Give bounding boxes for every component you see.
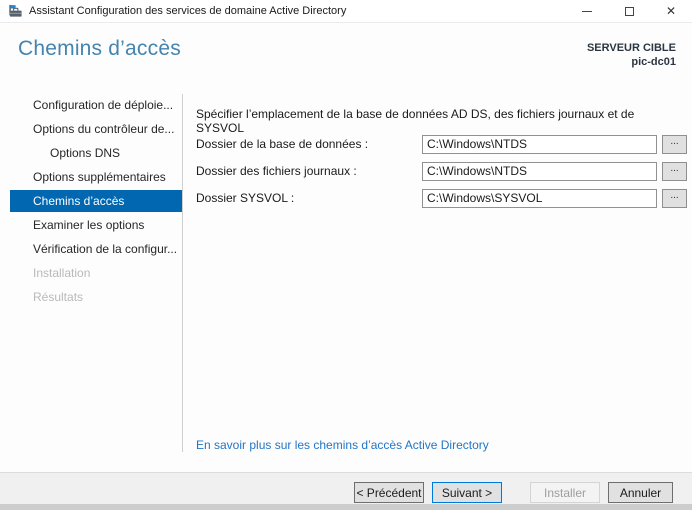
wizard-steps-nav: Configuration de déploie... Options du c… [0, 94, 182, 310]
previous-button[interactable]: < Précédent [354, 482, 424, 503]
sidebar-item-dns-options[interactable]: Options DNS [10, 142, 182, 164]
sidebar-item-prerequisites-check[interactable]: Vérification de la configur... [10, 238, 182, 260]
sidebar-item-additional-options[interactable]: Options supplémentaires [10, 166, 182, 188]
sidebar-item-domain-controller-options[interactable]: Options du contrôleur de... [10, 118, 182, 140]
log-files-folder-row: Dossier des fichiers journaux : ... [196, 161, 687, 181]
window-bottom-edge [0, 504, 692, 510]
sidebar-item-deployment-configuration[interactable]: Configuration de déploie... [10, 94, 182, 116]
minimize-button[interactable] [566, 0, 608, 22]
sidebar-item-installation: Installation [33, 266, 91, 280]
cancel-button[interactable]: Annuler [608, 482, 673, 503]
sysvol-folder-label: Dossier SYSVOL : [196, 191, 295, 205]
learn-more-link[interactable]: En savoir plus sur les chemins d’accès A… [196, 438, 489, 452]
sidebar-item-paths[interactable]: Chemins d’accès [10, 190, 182, 212]
install-button: Installer [530, 482, 600, 503]
minimize-icon [582, 10, 592, 12]
sidebar-divider [182, 94, 183, 452]
sysvol-folder-browse-button[interactable]: ... [662, 188, 687, 208]
log-files-folder-browse-button[interactable]: ... [662, 161, 687, 181]
sysvol-folder-row: Dossier SYSVOL : ... [196, 188, 687, 208]
database-folder-row: Dossier de la base de données : ... [196, 134, 687, 154]
next-button[interactable]: Suivant > [432, 482, 502, 503]
title-bar: Assistant Configuration des services de … [0, 0, 692, 23]
log-files-folder-label: Dossier des fichiers journaux : [196, 164, 357, 178]
database-folder-browse-button[interactable]: ... [662, 134, 687, 154]
sidebar-item-review-options[interactable]: Examiner les options [10, 214, 182, 236]
close-button[interactable]: ✕ [650, 0, 692, 22]
target-server-name: pic-dc01 [631, 56, 676, 68]
sidebar-item-results: Résultats [33, 290, 84, 304]
close-icon: ✕ [665, 4, 677, 18]
footer-bar: < Précédent Suivant > Installer Annuler [0, 472, 692, 504]
log-files-folder-input[interactable] [422, 161, 657, 181]
target-server-info: SERVEUR CIBLE pic-dc01 [587, 41, 676, 69]
maximize-icon [624, 6, 634, 16]
database-folder-input[interactable] [422, 134, 657, 154]
window-controls: ✕ [566, 0, 692, 22]
target-server-label: SERVEUR CIBLE [586, 42, 676, 54]
window-title: Assistant Configuration des services de … [29, 5, 347, 17]
page-description: Spécifier l’emplacement de la base de do… [196, 107, 635, 135]
server-manager-icon [9, 4, 22, 17]
sysvol-folder-input[interactable] [422, 188, 657, 208]
page-title: Chemins d’accès [18, 37, 181, 60]
database-folder-label: Dossier de la base de données : [196, 137, 369, 151]
maximize-button[interactable] [608, 0, 650, 22]
wizard-window: Assistant Configuration des services de … [0, 0, 692, 510]
